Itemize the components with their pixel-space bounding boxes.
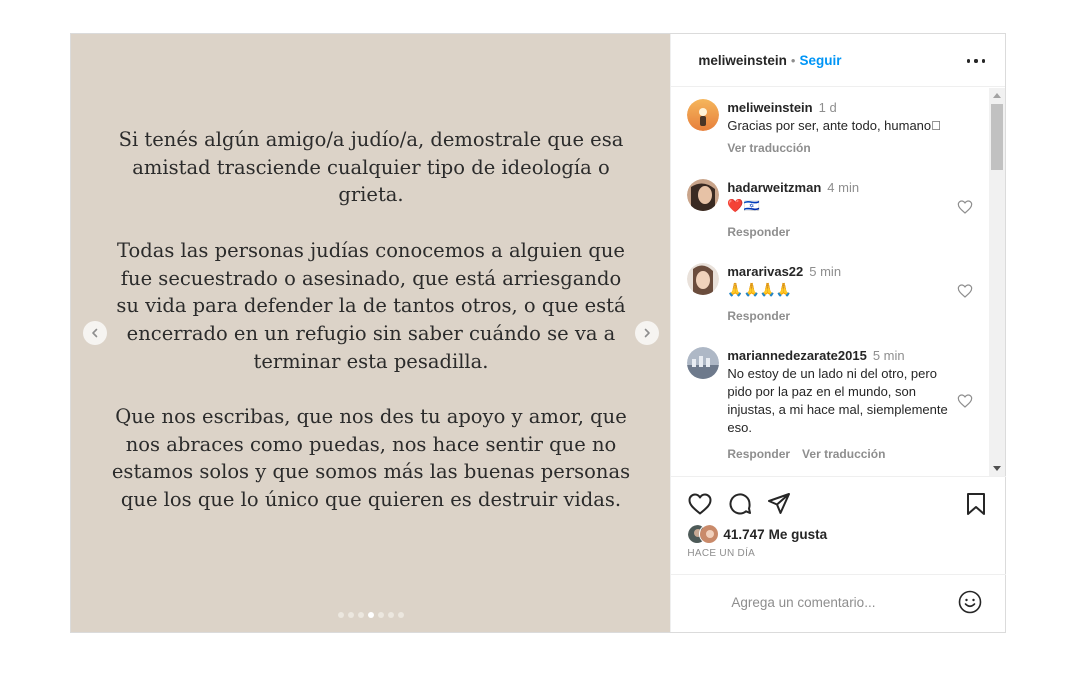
header-separator: • [790,52,796,68]
add-comment-bar: Agrega un comentario... [671,574,1007,632]
scroll-up-arrow-icon[interactable] [993,93,1002,98]
comment-text: 🙏🙏🙏🙏 [727,282,793,297]
comments-scrollbar[interactable] [989,88,1006,476]
post-paragraph: Si tenés algún amigo/a judío/a, demostra… [118,128,624,207]
comments-list: meliweinstein 1 d Gracias por ser, ante t… [671,88,1006,476]
carousel-dot [358,612,364,618]
reply-link[interactable]: Responder [727,447,790,461]
carousel-dot [398,612,404,618]
carousel-dot [338,612,344,618]
post-sidebar: meliweinstein • Seguir meliweinstein 1 d… [670,34,1007,632]
smile-icon[interactable] [958,590,982,614]
comment-text: ❤️🇮🇱 [727,198,760,213]
liker-avatars [687,524,723,544]
likes-count: 41.747 Me gusta [723,527,827,542]
comment-username[interactable]: meliweinstein [727,100,812,115]
carousel-dot [378,612,384,618]
follow-button[interactable]: Seguir [799,53,841,68]
carousel-dot [348,612,354,618]
heart-icon[interactable] [687,491,713,517]
post-time[interactable]: HACE UN DÍA [687,548,755,559]
avatar[interactable] [687,347,720,379]
scroll-down-arrow-icon[interactable] [993,466,1002,471]
like-comment-heart-icon[interactable] [957,283,973,299]
post-header: meliweinstein • Seguir [671,34,1005,87]
chevron-left-icon [92,328,98,338]
more-options-icon[interactable] [967,52,985,70]
carousel-dot-active [368,612,374,618]
translate-link[interactable]: Ver traducción [802,447,885,461]
reply-link[interactable]: Responder [727,309,790,323]
comment-time: 5 min [872,348,905,363]
author-username[interactable]: meliweinstein [698,53,787,68]
comment-text: Gracias por ser, ante todo, humano  [727,118,941,133]
comment-time: 4 min [827,180,860,195]
translate-link[interactable]: Ver traducción [727,141,810,155]
avatar[interactable] [687,99,720,131]
comment-time: 5 min [809,264,842,279]
comment-username[interactable]: mariannedezarate2015 [727,348,866,363]
post-paragraph: Todas las personas judías conocemos a al… [116,238,626,373]
post-paragraph: Que nos escribas, que nos des tu apoyo y… [111,405,631,512]
comment-username[interactable]: mararivas22 [727,264,803,279]
share-icon[interactable] [766,491,792,517]
avatar[interactable] [687,263,720,295]
post-media[interactable]: Si tenés algún amigo/a judío/a, demostra… [71,34,671,632]
like-comment-heart-icon[interactable] [957,393,973,409]
like-comment-heart-icon[interactable] [957,199,973,215]
chevron-right-icon [644,328,650,338]
reply-link[interactable]: Responder [727,225,790,239]
post-text: Si tenés algún amigo/a judío/a, demostra… [107,126,635,542]
carousel-dot [388,612,394,618]
scroll-thumb[interactable] [991,104,1004,170]
likes-number[interactable]: 41.747 [723,527,764,542]
likes-row[interactable]: 41.747 Me gusta [687,523,827,545]
likes-label[interactable]: Me gusta [769,527,828,542]
comment-text: No estoy de un lado ni del otro, pero pi… [727,366,948,435]
comment-username[interactable]: hadarweitzman [727,180,821,195]
avatar[interactable] [687,179,720,211]
comment-input[interactable]: Agrega un comentario... [731,595,875,610]
post-modal: Si tenés algún amigo/a judío/a, demostra… [70,33,1007,633]
previous-slide-button[interactable] [83,321,107,345]
post-actions: 41.747 Me gusta HACE UN DÍA [671,476,1007,574]
avatar [699,524,720,544]
next-slide-button[interactable] [635,321,659,345]
comment-time: 1 d [818,100,837,115]
carousel-indicator [71,612,671,618]
comment-icon[interactable] [727,491,753,517]
bookmark-icon[interactable] [963,491,989,517]
